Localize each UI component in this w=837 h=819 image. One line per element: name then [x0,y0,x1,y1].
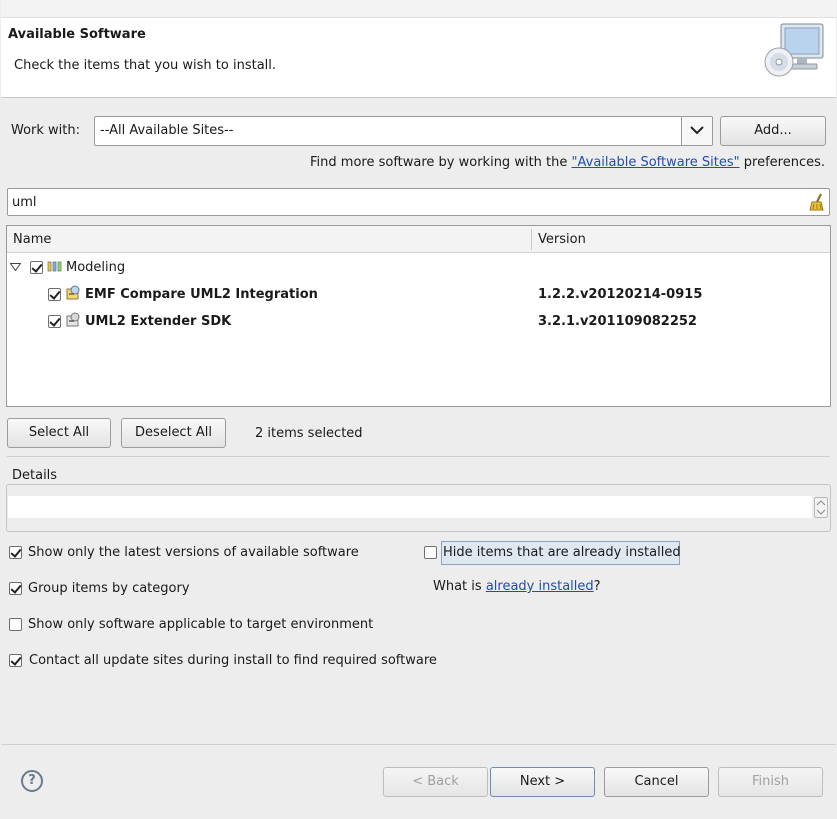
find-more-suffix: preferences. [739,155,825,170]
group-by-category-checkbox[interactable] [9,582,22,595]
filter-input[interactable]: uml [7,188,830,216]
deselect-all-button[interactable]: Deselect All [121,418,226,448]
latest-versions-checkbox[interactable] [9,546,22,559]
find-more-text: Find more software by working with the "… [310,155,825,170]
item-checkbox[interactable] [48,315,61,328]
feature-sdk-icon [66,312,80,327]
scroll-arrows-icon [816,500,826,515]
site-combo[interactable]: --All Available Sites-- [94,116,713,146]
contact-sites-label: Contact all update sites during install … [29,653,437,668]
tree-header: Name Version [7,226,830,253]
next-button[interactable]: Next > [490,767,595,797]
tree-row[interactable]: EMF Compare UML2 Integration 1.2.2.v2012… [7,282,830,308]
site-combo-value: --All Available Sites-- [100,123,234,138]
feature-plugin-icon [66,285,80,300]
group-by-category-label: Group items by category [28,581,190,596]
selection-count: 2 items selected [255,426,363,441]
details-scroll-spinner[interactable] [814,497,828,518]
site-combo-dropdown-button[interactable] [681,117,712,145]
column-header-version[interactable]: Version [538,232,586,247]
target-environment-checkbox[interactable] [9,618,22,631]
back-button[interactable]: < Back [383,767,488,797]
divider [7,456,830,457]
category-icon [47,261,62,272]
item-version: 3.2.1.v201109082252 [538,314,697,329]
work-with-label: Work with: [11,123,81,138]
filter-value: uml [12,195,37,210]
page-title: Available Software [8,27,146,42]
find-more-prefix: Find more software by working with the [310,155,572,170]
already-installed-link[interactable]: already installed [486,579,594,594]
tree-row-category[interactable]: Modeling [7,255,830,281]
details-label: Details [12,468,60,483]
what-is-suffix: ? [593,579,601,594]
hide-installed-label: Hide items that are already installed [443,545,681,560]
column-separator[interactable] [531,229,532,250]
title-strip [1,0,836,18]
select-all-button[interactable]: Select All [7,418,111,448]
page-description: Check the items that you wish to install… [14,58,277,73]
target-environment-label: Show only software applicable to target … [28,617,374,632]
expand-arrow-icon[interactable] [10,263,21,271]
column-header-name[interactable]: Name [13,232,51,247]
details-text-area[interactable] [8,496,812,518]
category-checkbox[interactable] [30,261,43,274]
clear-filter-broom-icon[interactable] [809,193,825,211]
contact-sites-checkbox[interactable] [9,654,22,667]
computer-install-icon [764,23,824,77]
footer-divider [1,744,836,745]
item-checkbox[interactable] [48,288,61,301]
hide-installed-checkbox[interactable] [424,546,437,559]
what-is-prefix: What is [433,579,486,594]
what-is-installed-text: What is already installed? [433,579,601,594]
cancel-button[interactable]: Cancel [604,767,709,797]
item-name: UML2 Extender SDK [85,314,232,329]
available-software-sites-link[interactable]: "Available Software Sites" [572,155,740,170]
chevron-down-icon [690,126,704,135]
help-icon[interactable]: ? [21,770,43,792]
add-site-button[interactable]: Add... [720,116,826,146]
latest-versions-label: Show only the latest versions of availab… [28,545,359,560]
tree-row[interactable]: UML2 Extender SDK 3.2.1.v201109082252 [7,309,830,335]
item-version: 1.2.2.v20120214-0915 [538,287,703,302]
finish-button[interactable]: Finish [718,767,823,797]
item-name: EMF Compare UML2 Integration [85,287,318,302]
software-tree[interactable]: Name Version Modeling EMF Compare UML2 I… [6,225,831,407]
wizard-banner: Available Software Check the items that … [1,0,836,98]
category-name: Modeling [66,260,126,275]
